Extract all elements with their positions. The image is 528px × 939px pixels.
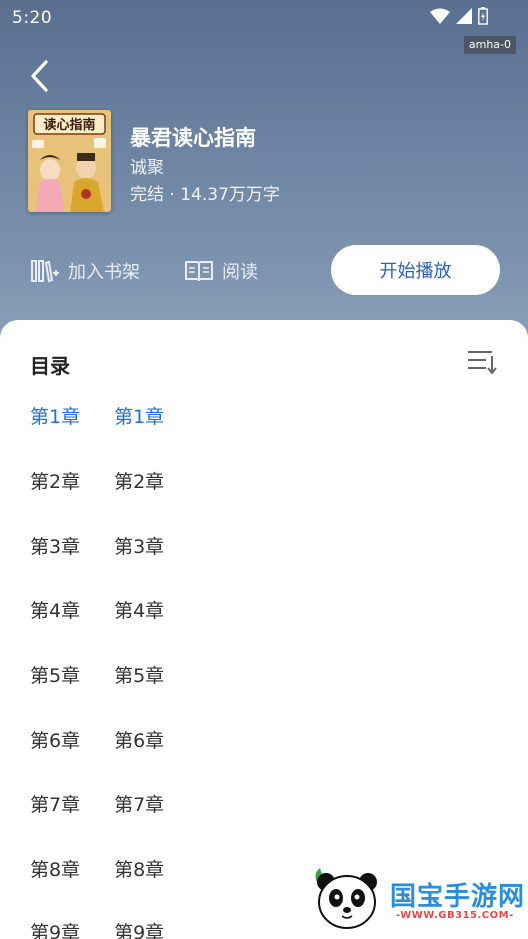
- book-cover[interactable]: 读心指南: [28, 110, 111, 212]
- chapter-number: 第8章: [30, 859, 81, 881]
- chapter-number: 第3章: [30, 536, 81, 558]
- status-icons: [430, 6, 488, 26]
- chapter-name: 第5章: [114, 665, 165, 687]
- chapter-name: 第8章: [114, 859, 165, 881]
- catalog-sheet: 目录 第1章 第1章 第2章 第2章 第3章 第3章 第4章 第4章 第5章 第…: [0, 320, 528, 939]
- chapter-name: 第6章: [114, 730, 165, 752]
- chapter-name: 第2章: [114, 471, 165, 493]
- chapter-name: 第7章: [114, 794, 165, 816]
- sort-button[interactable]: [466, 348, 498, 376]
- chapter-name: 第4章: [114, 600, 165, 622]
- device-badge: amha-0: [463, 36, 516, 54]
- chapter-number: 第7章: [30, 794, 81, 816]
- watermark-brand: 国宝手游网: [390, 882, 526, 912]
- signal-icon: [456, 8, 472, 24]
- back-button[interactable]: [26, 58, 58, 94]
- chapter-number: 第2章: [30, 471, 81, 493]
- sort-icon: [468, 351, 497, 375]
- cover-art: 读心指南: [28, 110, 111, 212]
- panda-logo-icon: [315, 868, 377, 929]
- chapter-item[interactable]: 第3章 第3章: [30, 532, 164, 562]
- book-author[interactable]: 诚聚: [130, 153, 164, 178]
- start-playing-button[interactable]: 开始播放: [331, 245, 500, 295]
- chapter-item[interactable]: 第7章 第7章: [30, 790, 164, 820]
- status-time: 5:20: [12, 8, 53, 28]
- chapter-item[interactable]: 第1章 第1章: [30, 402, 164, 432]
- chevron-left-icon: [31, 60, 48, 92]
- watermark-url: -WWW.GB315.COM-: [396, 910, 514, 921]
- catalog-title: 目录: [30, 354, 70, 378]
- book-open-icon: [185, 261, 213, 282]
- battery-icon: [478, 7, 488, 25]
- chapter-number: 第6章: [30, 730, 81, 752]
- chapter-item[interactable]: 第9章 第9章: [30, 918, 164, 939]
- book-title: 暴君读心指南: [130, 126, 256, 150]
- read-label: 阅读: [222, 262, 258, 283]
- chapter-name: 第3章: [114, 536, 165, 558]
- add-to-shelf-button[interactable]: 加入书架: [30, 256, 140, 286]
- chapter-number: 第4章: [30, 600, 81, 622]
- chapter-name: 第1章: [114, 406, 165, 428]
- chapter-number: 第1章: [30, 406, 81, 428]
- wifi-icon: [430, 8, 450, 24]
- chapter-item[interactable]: 第8章 第8章: [30, 855, 164, 885]
- chapter-item[interactable]: 第4章 第4章: [30, 596, 164, 626]
- add-to-shelf-label: 加入书架: [68, 262, 140, 283]
- chapter-item[interactable]: 第5章 第5章: [30, 661, 164, 691]
- chapter-item[interactable]: 第6章 第6章: [30, 726, 164, 756]
- watermark-text: 国宝手游网: [390, 876, 525, 913]
- chapter-item[interactable]: 第2章 第2章: [30, 467, 164, 497]
- book-meta: 完结 · 14.37万万字: [130, 185, 280, 205]
- chapter-name: 第9章: [114, 922, 165, 939]
- chapter-number: 第5章: [30, 665, 81, 687]
- bookshelf-add-icon: [31, 260, 59, 283]
- read-button[interactable]: 阅读: [184, 256, 258, 286]
- cover-title-art: 读心指南: [43, 117, 95, 133]
- status-bar: 5:20: [0, 0, 528, 36]
- watermark: 国宝手游网 -WWW.GB315.COM-: [292, 852, 528, 939]
- chapter-number: 第9章: [30, 922, 81, 939]
